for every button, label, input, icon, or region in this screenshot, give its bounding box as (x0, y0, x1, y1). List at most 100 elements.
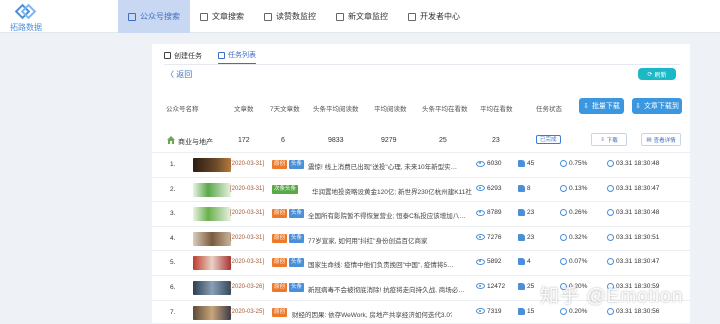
reads-value: 7319 (487, 307, 502, 315)
rate-stat: 0.26% (560, 209, 588, 217)
header-name: 公众号名称 (166, 106, 199, 113)
header-avg-read: 平均阅读数 (374, 106, 407, 113)
rate-value: 0.07% (569, 258, 588, 266)
row-index: 4. (170, 234, 176, 242)
article-date: [2020-03-25] (230, 308, 265, 315)
pie-icon (560, 160, 567, 167)
summary-avg-like: 23 (492, 137, 500, 144)
rate-stat: 0.20% (560, 307, 587, 315)
nav-developer-center[interactable]: 开发者中心 (398, 0, 470, 33)
download-icon: ⇩ (600, 136, 605, 143)
likes-value: 23 (527, 233, 535, 241)
view-detail-button[interactable]: ▤ 查看详情 (641, 133, 681, 146)
button-label: 下载 (606, 137, 618, 144)
tab-label: 创建任务 (174, 52, 202, 60)
thumbs-up-icon (518, 160, 525, 167)
account-icon (128, 12, 136, 21)
table-row[interactable]: 5. [2020-03-31] 原创 头条 国家生命线: 疫情中他们负责挽回"中… (152, 250, 690, 275)
table-row[interactable]: 4. [2020-03-31] 原创 头条 77岁宣家, 如何用"抖红"身份创造… (152, 225, 690, 251)
rate-value: 0.75% (569, 160, 588, 167)
divider (164, 64, 680, 65)
clock-icon (607, 184, 614, 192)
article-date: [2020-03-31] (230, 185, 265, 192)
tab-create-task[interactable]: 创建任务 (164, 50, 202, 64)
main-nav: 公众号搜索 文章搜索 读赞数监控 新文章监控 开发者中心 (118, 0, 470, 33)
article-date: [2020-03-31] (230, 210, 265, 217)
eye-icon (476, 209, 485, 216)
rate-value: 0.26% (569, 209, 588, 217)
refresh-label: 刷新 (654, 72, 667, 79)
nav-new-article-monitor[interactable]: 新文章监控 (326, 0, 398, 33)
likes-value: 23 (527, 209, 535, 217)
logo[interactable]: 拓路数据 (6, 2, 46, 32)
row-index: 6. (170, 283, 176, 291)
export-icon: ⇩ (635, 103, 641, 110)
time-stat: 03.31 18:30:47 (607, 184, 659, 192)
top-bar: 拓路数据 公众号搜索 文章搜索 读赞数监控 新文章监控 开发者中心 (0, 0, 720, 33)
thumbs-up-icon (518, 307, 525, 315)
article-title[interactable]: 77岁宣家, 如何用"抖红"身份创造百亿商家 (308, 235, 468, 245)
eye-icon (476, 185, 485, 192)
download-button[interactable]: ⇩ 下载 (591, 133, 627, 146)
article-icon (200, 12, 208, 21)
header-head-read: 头条平均阅读数 (313, 106, 359, 113)
likes-stat: 45 (518, 160, 534, 167)
pie-icon (560, 233, 567, 241)
table-row[interactable]: 1. [2020-03-31] 原创 头条 震惊! 线上消费已出现"送投"心理,… (152, 152, 690, 177)
headline-tag: 头条 (289, 160, 305, 169)
table-row[interactable]: 2. [2020-03-31] 次条头条 华润置地投资略设黄金120亿; 新世界… (152, 176, 690, 202)
tab-task-list[interactable]: 任务列表 (218, 50, 256, 64)
article-thumbnail (193, 280, 231, 295)
nav-account-search[interactable]: 公众号搜索 (118, 0, 190, 33)
article-thumbnail (193, 231, 231, 246)
article-title[interactable]: 新冠病毒不会被彻底消除! 抗疫将走向持久战, 商场必… (308, 284, 468, 294)
likes-stat: 23 (518, 233, 535, 241)
article-date: [2020-03-31] (230, 234, 265, 241)
monitor-icon (336, 12, 344, 21)
time-value: 03.31 18:30:47 (616, 258, 660, 266)
likes-stat: 23 (518, 209, 535, 217)
refresh-button[interactable]: ⟳ 刷新 (638, 68, 676, 80)
list-icon (218, 51, 225, 59)
reads-stat: 8789 (476, 209, 501, 216)
account-name[interactable]: 商业与地产 (178, 137, 213, 147)
reads-value: 6293 (487, 184, 502, 192)
original-tag: 原创 (272, 307, 288, 317)
rate-stat: 0.07% (560, 258, 588, 266)
time-stat: 03.31 18:30:51 (607, 233, 659, 241)
article-title[interactable]: 国家生命线: 疫情中他们负责挽回"中国", 疫情将5… (308, 259, 468, 269)
time-stat: 03.31 18:30:47 (607, 258, 660, 266)
row-index: 7. (170, 308, 176, 316)
clock-icon (607, 307, 614, 315)
summary-head-like: 25 (439, 137, 447, 144)
header-status: 任务状态 (536, 106, 562, 113)
article-title[interactable]: 震惊! 线上消费已出现"送投"心理, 未来10年新型实… (308, 161, 468, 171)
monitor-icon (264, 12, 272, 21)
article-title[interactable]: 全国所有影院暂不得恢复营业; 恒泰C私投应该增加八… (308, 210, 468, 220)
thumbs-up-icon (518, 209, 525, 217)
batch-export-button[interactable]: ⇩ 文章下载到 (632, 98, 682, 114)
likes-stat: 15 (518, 307, 534, 315)
eye-icon (476, 234, 485, 241)
original-tag: 原创 (272, 209, 288, 219)
sub-tabs: 创建任务 任务列表 (164, 50, 256, 64)
batch-download-button[interactable]: ⇩ 批量下载 (579, 98, 624, 114)
article-date: [2020-03-26] (230, 283, 265, 290)
summary-articles-7d: 6 (281, 137, 285, 144)
clock-icon (607, 258, 614, 266)
article-title[interactable]: 华润置地投资略设黄金120亿; 新世界230亿杭州建K11社… (312, 186, 472, 196)
table-row[interactable]: 3. [2020-03-31] 原创 头条 全国所有影院暂不得恢复营业; 恒泰C… (152, 201, 690, 226)
eye-icon (476, 308, 485, 315)
time-value: 03.31 18:30:48 (616, 209, 660, 217)
back-link[interactable]: 〈 返回 (166, 69, 192, 80)
download-icon: ⇩ (583, 103, 589, 110)
pie-icon (560, 307, 567, 315)
article-title[interactable]: 财经的因果: 依存WeWork, 房地产共享经济如何迭代3.0? (292, 309, 452, 319)
sub-headline-tag: 次条头条 (272, 184, 299, 194)
header-articles-7d: 7天文章数 (270, 106, 300, 113)
original-tag: 原创 (272, 160, 288, 169)
nav-read-like-monitor[interactable]: 读赞数监控 (254, 0, 326, 33)
nav-article-search[interactable]: 文章搜索 (190, 0, 254, 33)
clock-icon (607, 233, 614, 241)
article-thumbnail (193, 305, 231, 320)
